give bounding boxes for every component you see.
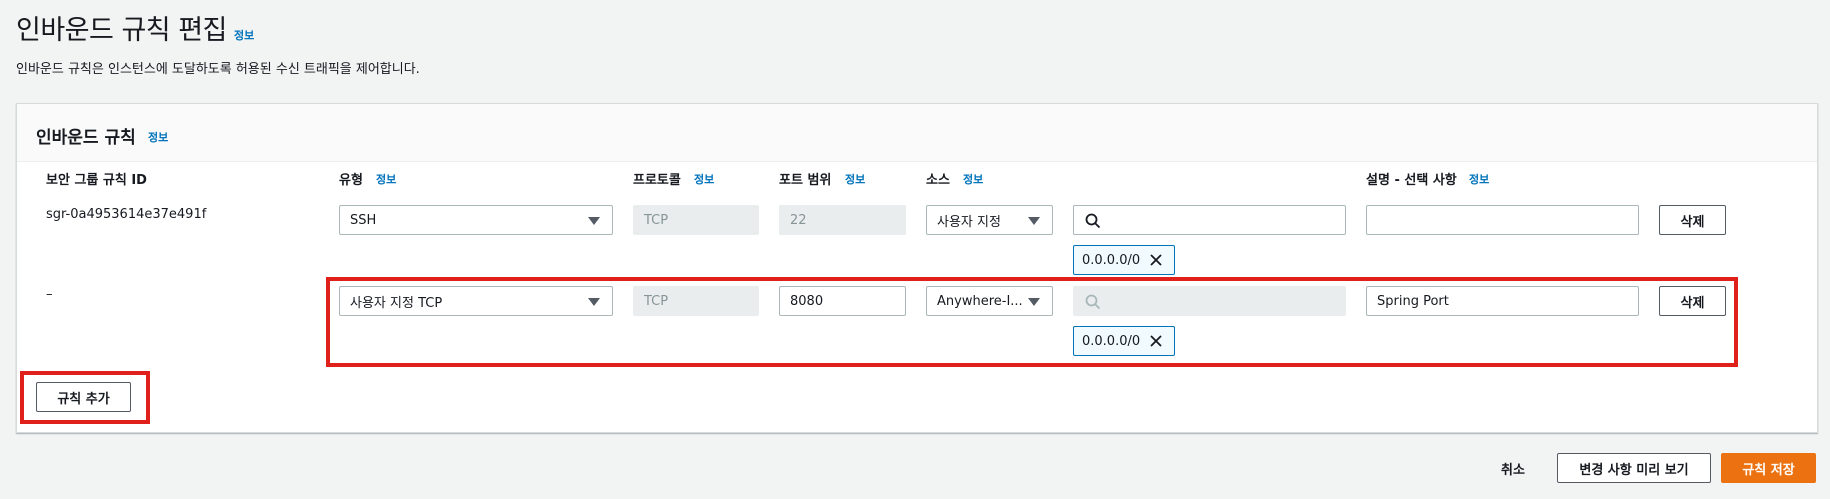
page-info-link[interactable]: 정보	[234, 27, 254, 43]
row1-cidr-value: 0.0.0.0/0	[1082, 252, 1141, 268]
col-port-range: 포트 범위	[779, 173, 832, 188]
close-icon[interactable]	[1149, 253, 1163, 267]
panel-info-link[interactable]: 정보	[148, 129, 168, 145]
col-type-info[interactable]: 정보	[376, 171, 396, 187]
cancel-button[interactable]: 취소	[1501, 459, 1525, 478]
col-source: 소스	[926, 173, 950, 188]
col-protocol: 프로토콜	[633, 173, 681, 188]
caret-down-icon	[588, 217, 600, 225]
inbound-rules-panel: 인바운드 규칙 정보	[16, 103, 1818, 433]
row1-delete-button[interactable]: 삭제	[1659, 205, 1726, 235]
search-icon	[1085, 213, 1101, 229]
row1-port-field: 22	[779, 205, 906, 235]
row1-type-value: SSH	[350, 212, 377, 228]
row1-type-select[interactable]: SSH	[339, 205, 613, 235]
row1-source-value: 사용자 지정	[937, 214, 1001, 230]
row2-rule-id: –	[46, 287, 53, 302]
page-description: 인바운드 규칙은 인스턴스에 도달하도록 허용된 수신 트래픽을 제어합니다.	[16, 62, 420, 77]
col-port-info[interactable]: 정보	[845, 171, 865, 187]
preview-changes-button[interactable]: 변경 사항 미리 보기	[1557, 453, 1711, 483]
col-type: 유형	[339, 173, 363, 188]
add-rule-highlight-box	[20, 371, 150, 424]
col-description: 설명 - 선택 사항	[1366, 173, 1457, 188]
row2-highlight-box	[326, 277, 1738, 367]
page-title: 인바운드 규칙 편집	[16, 15, 227, 46]
row1-protocol-field: TCP	[633, 205, 759, 235]
col-rule-id: 보안 그룹 규칙 ID	[46, 173, 147, 188]
col-protocol-info[interactable]: 정보	[694, 171, 714, 187]
panel-title: 인바운드 규칙	[36, 128, 136, 148]
row1-cidr-search[interactable]	[1073, 205, 1346, 235]
panel-header: 인바운드 규칙 정보	[17, 104, 1817, 162]
row1-rule-id: sgr-0a4953614e37e491f	[46, 207, 207, 222]
row1-description-input[interactable]	[1366, 205, 1639, 235]
row1-source-select[interactable]: 사용자 지정	[926, 205, 1053, 235]
col-description-info[interactable]: 정보	[1469, 171, 1489, 187]
col-source-info[interactable]: 정보	[963, 171, 983, 187]
caret-down-icon	[1028, 217, 1040, 225]
row1-cidr-token: 0.0.0.0/0	[1073, 245, 1175, 275]
save-rules-button[interactable]: 규칙 저장	[1721, 453, 1816, 483]
